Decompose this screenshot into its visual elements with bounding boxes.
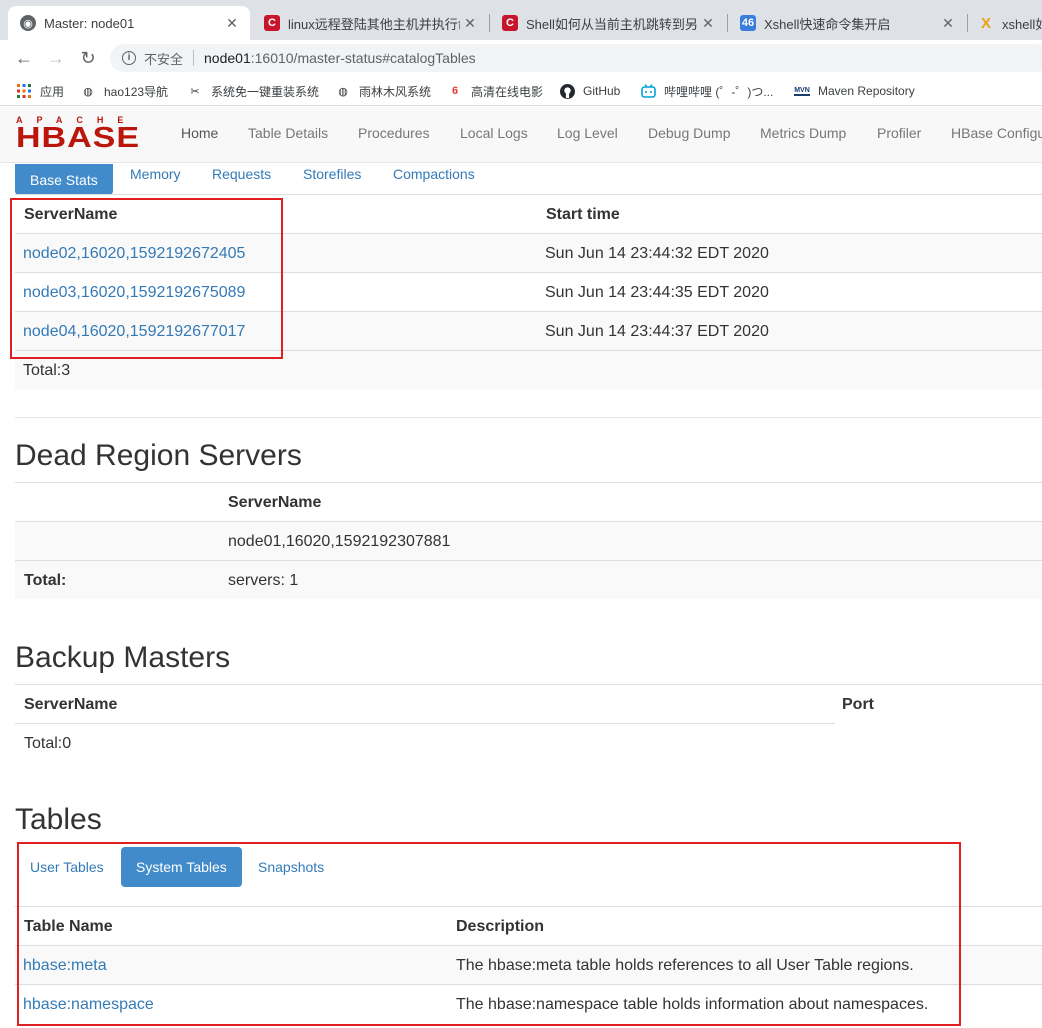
nav-metrics-dump[interactable]: Metrics Dump [760, 125, 846, 141]
tab-title: Master: node01 [44, 15, 135, 31]
start-time: Sun Jun 14 23:44:35 EDT 2020 [545, 284, 769, 301]
bookmark-label: 哔哩哔哩 (゜-゜)つ... [664, 84, 774, 99]
globe-icon: ◉ [20, 15, 36, 31]
info-icon[interactable]: i [122, 51, 136, 65]
nav-procedures[interactable]: Procedures [358, 125, 430, 141]
total-value: servers: 1 [228, 572, 299, 589]
bookmark-label: GitHub [583, 84, 621, 98]
apps-grid-icon [16, 83, 32, 99]
start-time: Sun Jun 14 23:44:32 EDT 2020 [545, 245, 769, 262]
table-row: node01,16020,1592192307881 [15, 521, 1042, 560]
tab-compactions[interactable]: Compactions [393, 166, 475, 182]
nav-table-details[interactable]: Table Details [248, 125, 328, 141]
nav-hbase-configuration[interactable]: HBase Configu [951, 125, 1042, 141]
tab-memory[interactable]: Memory [130, 166, 181, 182]
tab-title: Xshell快速命令集开启 [764, 16, 891, 32]
close-icon[interactable]: ✕ [222, 15, 242, 32]
tab-base-stats[interactable]: Base Stats [15, 164, 113, 195]
tools-icon: ✂ [190, 85, 200, 98]
csdn-icon: C [264, 15, 280, 31]
nav-home[interactable]: Home [181, 125, 218, 141]
bookmarks-bar: 应用 ◍ hao123导航 ✂ 系统免一键重装系统 ◍ 雨林木风系统 6 高清在… [0, 76, 1042, 106]
divider [193, 50, 195, 66]
highlight-box-servers [10, 198, 283, 359]
bookmark-label: 系统免一键重装系统 [211, 84, 320, 99]
dead-server-name: node01,16020,1592192307881 [228, 533, 451, 550]
tab-title: Shell如何从当前主机跳转到另外 [526, 16, 698, 32]
total-count: Total:3 [23, 362, 71, 379]
maven-icon: MVN [794, 86, 810, 96]
hbase-navbar: APACHE HBASE Home Table Details Procedur… [0, 107, 1042, 163]
close-icon[interactable]: ✕ [460, 15, 480, 32]
backup-masters-title: Backup Masters [15, 641, 231, 674]
column-header-servername: ServerName [24, 696, 118, 713]
total-label: Total: [24, 572, 67, 589]
bookmark-label: hao123导航 [104, 84, 169, 99]
browser-tab-xshell[interactable]: 46 Xshell快速命令集开启 ✕ [728, 6, 966, 40]
bookmark-label: Maven Repository [818, 84, 915, 98]
highlight-box-tables [17, 842, 961, 1026]
back-arrow-icon[interactable]: ← [12, 46, 36, 70]
column-header-start-time: Start time [546, 206, 620, 223]
table-header-row: ServerName [15, 482, 1042, 521]
browser-tab-master[interactable]: ◉ Master: node01 ✕ [8, 6, 250, 40]
tables-title: Tables [15, 803, 102, 836]
start-time: Sun Jun 14 23:44:37 EDT 2020 [545, 323, 769, 340]
nav-local-logs[interactable]: Local Logs [460, 125, 528, 141]
globe-icon: ◍ [338, 85, 348, 98]
browser-tab-xshell-2[interactable]: X xshell如 [968, 6, 1042, 40]
section-divider [15, 417, 1042, 418]
bookmark-maven[interactable]: MVN Maven Repository [794, 82, 915, 100]
url-path: :16010/master-status#catalogTables [250, 50, 476, 66]
browser-tab-shell[interactable]: C Shell如何从当前主机跳转到另外 ✕ [490, 6, 726, 40]
video-icon: 6 [451, 85, 459, 97]
security-label: 不安全 [144, 51, 184, 67]
github-icon [559, 83, 575, 99]
tab-label: Base Stats [30, 171, 98, 188]
nav-log-level[interactable]: Log Level [557, 125, 618, 141]
tab-storefiles[interactable]: Storefiles [303, 166, 361, 182]
url-host: node01 [204, 50, 251, 66]
bookmark-label: 雨林木风系统 [359, 84, 432, 99]
hbase-logo[interactable]: APACHE HBASE [16, 115, 152, 155]
table-header-row: ServerName Port [15, 684, 1042, 723]
csdn-icon: C [502, 15, 518, 31]
address-bar[interactable]: i 不安全 node01:16010/master-status#catalog… [110, 44, 1042, 72]
total-count: Total:0 [24, 735, 72, 752]
globe-icon: ◍ [83, 85, 93, 98]
browser-tab-strip: ◉ Master: node01 ✕ C linux远程登陆其他主机并执行命 ✕… [0, 0, 1042, 40]
column-header-servername: ServerName [228, 494, 322, 511]
table-row-total: Total:0 [15, 723, 835, 762]
close-icon[interactable]: ✕ [698, 15, 718, 32]
forward-arrow-icon[interactable]: → [44, 46, 68, 70]
bilibili-icon [640, 83, 656, 99]
bookmark-github[interactable]: GitHub [559, 82, 620, 100]
bookmark-label: 应用 [40, 84, 65, 99]
nav-profiler[interactable]: Profiler [877, 125, 921, 141]
reload-icon[interactable]: ↻ [76, 46, 100, 70]
nav-debug-dump[interactable]: Debug Dump [648, 125, 731, 141]
bookmark-label: 高清在线电影 [471, 84, 544, 99]
logo-hbase-text: HBASE [16, 121, 141, 154]
bookmark-ylmf[interactable]: ◍ 雨林木风系统 [335, 82, 431, 100]
xshell-icon: X [980, 14, 991, 32]
dead-region-servers-title: Dead Region Servers [15, 439, 302, 472]
bookmark-hao123[interactable]: ◍ hao123导航 [80, 82, 168, 100]
tab-title: linux远程登陆其他主机并执行命 [288, 16, 460, 32]
bookmark-reinstall[interactable]: ✂ 系统免一键重装系统 [187, 82, 319, 100]
tab-requests[interactable]: Requests [212, 166, 271, 182]
tab-title: xshell如 [1002, 16, 1042, 32]
table-row-total: Total: servers: 1 [15, 560, 1042, 599]
browser-tab-linux[interactable]: C linux远程登陆其他主机并执行命 ✕ [252, 6, 488, 40]
close-icon[interactable]: ✕ [938, 15, 958, 32]
bookmark-apps[interactable]: 应用 [16, 82, 64, 100]
bookmark-bilibili[interactable]: 哔哩哔哩 (゜-゜)つ... [640, 82, 773, 100]
site-icon: 46 [740, 15, 756, 31]
browser-toolbar: ← → ↻ i 不安全 node01:16010/master-status#c… [0, 40, 1042, 76]
column-header-port: Port [842, 696, 874, 713]
hbase-master-page: APACHE HBASE Home Table Details Procedur… [0, 107, 1042, 1028]
bookmark-movies[interactable]: 6 高清在线电影 [447, 82, 543, 100]
